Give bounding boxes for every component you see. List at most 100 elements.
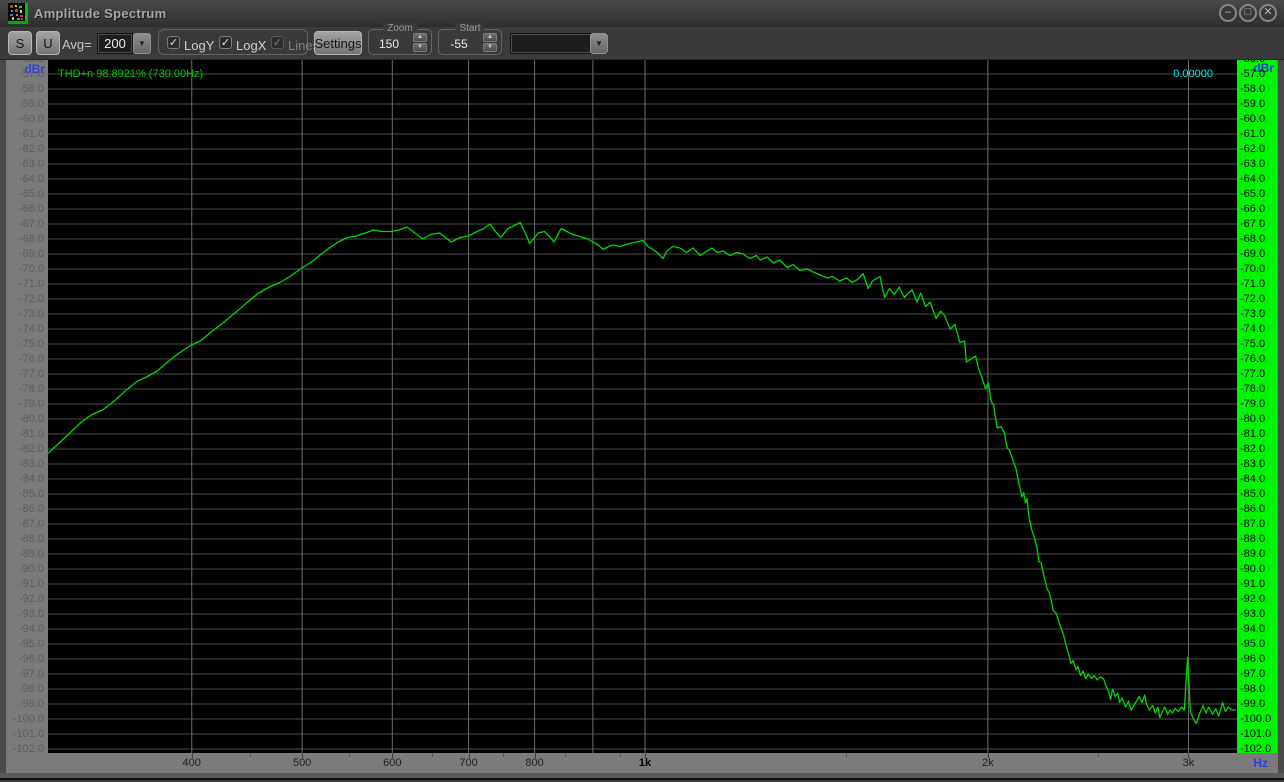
y-axis-label-left: -86.0: [6, 502, 44, 516]
y-axis-label-right: -61.0: [1240, 127, 1265, 141]
x-axis-minor-tick: [565, 753, 566, 757]
minimize-button[interactable]: –: [1219, 4, 1237, 22]
y-axis-label-left: -66.0: [6, 202, 44, 216]
x-axis-label: 3k: [1183, 757, 1195, 769]
app-window: Amplitude Spectrum – □ ✕ S U Avg= 200 ▼ …: [0, 0, 1284, 782]
y-axis-label-right: -64.0: [1240, 172, 1265, 186]
zoom-spinner: ▲ ▼: [413, 33, 427, 52]
close-button[interactable]: ✕: [1259, 4, 1277, 22]
y-axis-label-right: -94.0: [1240, 622, 1265, 636]
y-axis-label-right: -69.0: [1240, 247, 1265, 261]
x-axis-tick: [988, 753, 989, 758]
y-axis-label-left: -71.0: [6, 277, 44, 291]
log-options-group: ✓ LogY ✓ LogX ✓ Lines: [158, 29, 308, 55]
y-axis-label-right: -56.0: [1240, 60, 1265, 66]
toolbar: S U Avg= 200 ▼ ✓ LogY ✓ LogX ✓ Lines Set…: [0, 27, 1284, 60]
x-axis: Hz 4005006007008001k2k3k: [6, 753, 1277, 773]
logy-label: LogY: [184, 38, 214, 53]
x-axis-tick: [302, 753, 303, 758]
y-axis-label-right: -96.0: [1240, 652, 1265, 666]
plot-region: dBr -56.0-57.0-58.0-59.0-60.0-61.0-62.0-…: [0, 60, 1284, 753]
settings-button[interactable]: Settings: [314, 31, 362, 55]
logx-checkbox[interactable]: ✓: [219, 36, 232, 49]
maximize-icon: □: [1245, 7, 1252, 18]
x-axis-tick: [535, 753, 536, 758]
y-axis-label-right: -68.0: [1240, 232, 1265, 246]
x-axis-tick: [392, 753, 393, 758]
y-axis-label-left: -82.0: [6, 442, 44, 456]
x-axis-label: 600: [383, 757, 401, 769]
x-axis-tick: [645, 753, 646, 758]
cursor-readout: 0.00000: [1173, 67, 1213, 81]
start-value[interactable]: -55: [441, 37, 477, 51]
y-axis-label-left: -69.0: [6, 247, 44, 261]
x-axis-minor-tick: [1098, 753, 1099, 757]
y-axis-label-right: -88.0: [1240, 532, 1265, 546]
y-axis-label-right: -101.0: [1240, 727, 1271, 741]
y-axis-label-right: -92.0: [1240, 592, 1265, 606]
y-axis-label-left: -65.0: [6, 187, 44, 201]
y-axis-left: dBr -56.0-57.0-58.0-59.0-60.0-61.0-62.0-…: [6, 60, 48, 753]
x-axis-tick: [469, 753, 470, 758]
y-axis-label-right: -80.0: [1240, 412, 1265, 426]
y-axis-label-right: -100.0: [1240, 712, 1271, 726]
start-spin-down-button[interactable]: ▼: [483, 43, 497, 52]
x-axis-minor-tick: [349, 753, 350, 757]
thd-annotation: THD+n 98.8921% (730.00Hz): [58, 67, 203, 81]
logy-checkbox[interactable]: ✓: [167, 36, 180, 49]
close-icon: ✕: [1263, 7, 1272, 18]
y-axis-label-left: -90.0: [6, 562, 44, 576]
maximize-button[interactable]: □: [1239, 4, 1257, 22]
y-axis-label-right: -85.0: [1240, 487, 1265, 501]
zoom-value[interactable]: 150: [371, 37, 407, 51]
y-axis-label-right: -71.0: [1240, 277, 1265, 291]
y-axis-label-right: -84.0: [1240, 472, 1265, 486]
y-axis-label-right: -102.0: [1240, 742, 1271, 753]
avg-label: Avg=: [62, 37, 92, 52]
avg-value-field[interactable]: 200: [97, 33, 133, 54]
preset-dropdown-button[interactable]: ▼: [590, 33, 608, 54]
y-axis-label-right: -63.0: [1240, 157, 1265, 171]
start-spin-up-button[interactable]: ▲: [483, 33, 497, 42]
y-axis-label-right: -72.0: [1240, 292, 1265, 306]
y-axis-label-left: -96.0: [6, 652, 44, 666]
y-axis-label-left: -77.0: [6, 367, 44, 381]
s-button[interactable]: S: [8, 31, 32, 55]
plot-area[interactable]: THD+n 98.8921% (730.00Hz) 0.00000: [48, 60, 1237, 753]
y-axis-label-right: -90.0: [1240, 562, 1265, 576]
y-axis-label-right: -57.0: [1240, 67, 1265, 81]
y-axis-label-right: -86.0: [1240, 502, 1265, 516]
x-axis-label: 1k: [639, 757, 651, 769]
y-axis-label-left: -97.0: [6, 667, 44, 681]
y-axis-label-left: -101.0: [6, 727, 44, 741]
x-axis-minor-tick: [503, 753, 504, 757]
y-axis-label-left: -61.0: [6, 127, 44, 141]
app-icon: [8, 3, 28, 24]
zoom-spin-down-button[interactable]: ▼: [413, 43, 427, 52]
y-axis-label-right: -81.0: [1240, 427, 1265, 441]
avg-dropdown-button[interactable]: ▼: [133, 33, 151, 54]
y-axis-label-left: -81.0: [6, 427, 44, 441]
y-axis-label-left: -56.0: [6, 60, 44, 66]
y-axis-label-right: -65.0: [1240, 187, 1265, 201]
y-axis-label-right: -59.0: [1240, 97, 1265, 111]
arrow-down-icon: ▼: [417, 44, 423, 50]
arrow-down-icon: ▼: [487, 44, 493, 50]
zoom-spin-up-button[interactable]: ▲: [413, 33, 427, 42]
y-axis-label-right: -98.0: [1240, 682, 1265, 696]
y-axis-label-left: -62.0: [6, 142, 44, 156]
y-axis-label-right: -89.0: [1240, 547, 1265, 561]
window-controls: – □ ✕: [1219, 4, 1277, 22]
y-axis-label-left: -87.0: [6, 517, 44, 531]
y-axis-right: dBr -56.0-57.0-58.0-59.0-60.0-61.0-62.0-…: [1237, 60, 1277, 753]
y-axis-label-left: -60.0: [6, 112, 44, 126]
chevron-down-icon: ▼: [595, 39, 603, 48]
lines-checkbox[interactable]: ✓: [271, 36, 284, 49]
y-axis-label-right: -82.0: [1240, 442, 1265, 456]
y-axis-label-left: -75.0: [6, 337, 44, 351]
y-axis-label-left: -80.0: [6, 412, 44, 426]
title-bar[interactable]: Amplitude Spectrum – □ ✕: [0, 0, 1284, 28]
y-axis-label-right: -99.0: [1240, 697, 1265, 711]
y-axis-label-right: -93.0: [1240, 607, 1265, 621]
u-button[interactable]: U: [36, 31, 60, 55]
